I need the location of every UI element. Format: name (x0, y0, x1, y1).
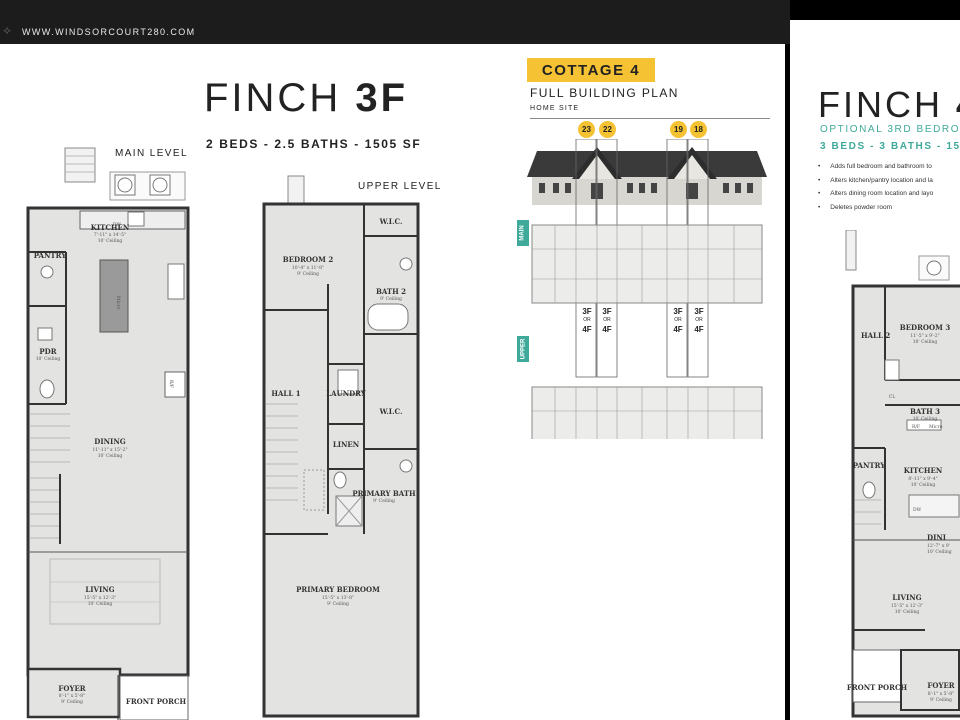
optional-bedroom-label: OPTIONAL 3RD BEDRO (820, 124, 960, 135)
hall2-label: HALL 2 (861, 331, 890, 340)
feature-item: Adds full bedroom and bathroom to (818, 163, 933, 177)
finch-4-floorplan: HALL 2 BEDROOM 3 11'-5" x 9'-2" 10' Ceil… (845, 230, 960, 718)
island-micro-label: Micro (115, 296, 121, 310)
main-level-floorplan: Micro DW KITCHEN 7'-11" x 14'-5" 10' Cei… (26, 147, 190, 720)
full-building-plan-title: FULL BUILDING PLAN (530, 86, 679, 100)
feature-list: Adds full bedroom and bathroom to Alters… (818, 163, 933, 217)
front-porch-label: FRONT PORCH (847, 683, 908, 692)
brochure-page-finch-3f: FINCH 3F 2 BEDS - 2.5 BATHS - 1505 SF MA… (0, 44, 785, 720)
upper-level-tab[interactable]: UPPER (517, 336, 529, 362)
wic2-label: W.I.C. (379, 407, 403, 416)
foyer-dimensions: 8'-1" x 5'-8" (59, 693, 86, 699)
dining-label: DINING (94, 437, 125, 446)
living-label: LIVING (892, 593, 921, 602)
dining-dimensions: 12'-7" x 9' (927, 543, 950, 549)
brochure-page-finch-4: FINCH 4 OPTIONAL 3RD BEDRO 3 BEDS - 3 BA… (790, 20, 960, 720)
kitchen-dimensions: 7'-11" x 14'-5" (94, 232, 126, 238)
living-label: LIVING (85, 585, 114, 594)
bedroom3-ceiling: 10' Ceiling (913, 339, 938, 345)
bedroom2-label: BEDROOM 2 (283, 255, 334, 264)
primary-bedroom-ceiling: 9' Ceiling (327, 601, 349, 607)
foyer-label: FOYER (58, 684, 85, 693)
main-level-tab[interactable]: MAIN (517, 220, 529, 246)
plan-title: FINCH 3F (204, 76, 409, 120)
home-site-label: HOME SITE (530, 105, 580, 112)
feature-item: Deletes powder room (818, 204, 933, 218)
primary-bath-ceiling: 9' Ceiling (373, 498, 395, 504)
kitchen-dimensions: 8'-11" x 9'-4" (908, 476, 937, 482)
rf-label: R/F (912, 424, 920, 430)
living-ceiling: 10' Ceiling (88, 601, 113, 607)
dw-label: DW (913, 507, 922, 513)
unit-label-18: 3F OR 4F (694, 307, 704, 334)
unit-label-19: 3F OR 4F (673, 307, 683, 334)
lot-badge-23[interactable]: 23 (578, 121, 595, 138)
foyer-ceiling: 9' Ceiling (930, 697, 952, 703)
top-bar: ✧ WWW.WINDSORCOURT280.COM (0, 0, 790, 44)
rf-label: R/F (168, 380, 174, 388)
plan-specs-finch-4: 3 BEDS - 3 BATHS - 150 (820, 141, 960, 152)
website-url[interactable]: WWW.WINDSORCOURT280.COM (22, 27, 196, 37)
unit-label-23: 3F OR 4F (582, 307, 592, 334)
cottage-badge: COTTAGE 4 (527, 58, 655, 82)
bedroom2-ceiling: 9' Ceiling (297, 271, 319, 277)
living-dimensions: 15'-5" x 12'-3" (84, 595, 116, 601)
kitchen-ceiling: 10' Ceiling (98, 238, 123, 244)
kitchen-label: KITCHEN (904, 466, 943, 475)
bedroom3-dimensions: 11'-5" x 9'-2" (910, 333, 939, 339)
building-plan-illustration (527, 139, 767, 439)
dining-label: DINI (927, 533, 946, 542)
kitchen-label: KITCHEN (91, 223, 130, 232)
cl-label: CL (889, 394, 895, 400)
bath3-ceiling: 10' Ceiling (913, 416, 938, 422)
home-site-divider (530, 118, 770, 119)
dining-ceiling: 10' Ceiling (927, 549, 952, 555)
primary-bedroom-label: PRIMARY BEDROOM (296, 585, 380, 594)
linen-label: LINEN (333, 440, 360, 449)
feature-item: Alters kitchen/pantry location and la (818, 177, 933, 191)
foyer-ceiling: 9' Ceiling (61, 699, 83, 705)
pantry-label: PANTRY (853, 461, 886, 470)
lot-badge-19[interactable]: 19 (670, 121, 687, 138)
living-ceiling: 10' Ceiling (895, 609, 920, 615)
pantry-label: PANTRY (34, 251, 67, 260)
dining-dimensions: 11'-11" x 15'-2" (92, 447, 127, 453)
bath2-label: BATH 2 (376, 287, 406, 296)
plan-title-finch-4: FINCH 4 (818, 84, 960, 125)
kitchen-ceiling: 10' Ceiling (911, 482, 936, 488)
lot-badge-22[interactable]: 22 (599, 121, 616, 138)
pdr-ceiling: 10' Ceiling (36, 356, 61, 362)
front-porch-label: FRONT PORCH (126, 697, 187, 706)
primary-bath-label: PRIMARY BATH (352, 489, 416, 498)
dining-ceiling: 10' Ceiling (98, 453, 123, 459)
unit-label-22: 3F OR 4F (602, 307, 612, 334)
bedroom2-dimensions: 10'-4" x 11'-8" (292, 265, 324, 271)
bedroom3-label: BEDROOM 3 (900, 323, 951, 332)
feature-item: Alters dining room location and layo (818, 190, 933, 204)
foyer-dimensions: 8'-1" x 5'-8" (928, 691, 955, 697)
laundry-label: LAUNDRY (326, 389, 367, 398)
hall1-label: HALL 1 (271, 389, 300, 398)
plan-specs: 2 BEDS - 2.5 BATHS - 1505 SF (206, 137, 422, 151)
bath2-ceiling: 9' Ceiling (380, 296, 402, 302)
living-dimensions: 15'-5" x 12'-3" (891, 603, 923, 609)
wic1-label: W.I.C. (379, 217, 403, 226)
pdr-label: PDR (39, 347, 56, 356)
bath3-label: BATH 3 (910, 407, 940, 416)
upper-level-floorplan: BEDROOM 2 10'-4" x 11'-8" 9' Ceiling W.I… (262, 175, 420, 718)
micro-label: Micro (929, 424, 943, 430)
star-outline-icon: ✧ (2, 24, 13, 38)
primary-bedroom-dimensions: 15'-5" x 13'-8" (322, 595, 354, 601)
lot-badge-18[interactable]: 18 (690, 121, 707, 138)
foyer-label: FOYER (927, 681, 954, 690)
